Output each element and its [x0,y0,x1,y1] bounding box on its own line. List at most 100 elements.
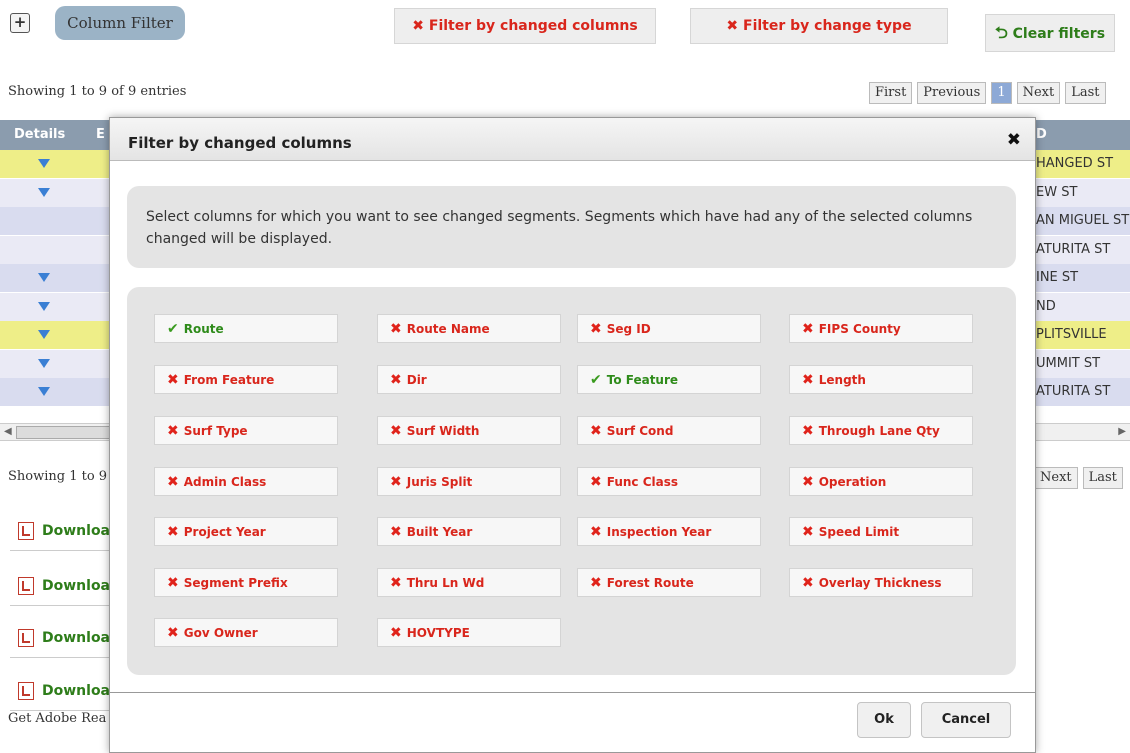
street-name-cell: ATURITA ST [1036,241,1111,257]
column-option-dir[interactable]: ✖ Dir [377,365,561,394]
column-option-fips-county[interactable]: ✖ FIPS County [789,314,973,343]
cancel-button[interactable]: Cancel [921,702,1011,738]
check-icon: ✔ [167,321,179,337]
filter-change-type-label: Filter by change type [743,18,912,34]
expand-arrow-icon[interactable] [38,358,50,368]
previous-page-button[interactable]: Previous [917,82,987,104]
filter-changed-columns-dialog: Filter by changed columns ✖ Select colum… [109,117,1036,753]
column-option-from-feature[interactable]: ✖ From Feature [154,365,338,394]
column-header-d[interactable]: D [1036,120,1047,150]
column-filter-button[interactable]: Column Filter [55,6,185,40]
column-option-surf-width[interactable]: ✖ Surf Width [377,416,561,445]
pdf-icon [18,522,34,540]
option-label: Dir [406,373,427,387]
x-icon: ✖ [802,372,814,388]
x-icon: ✖ [390,474,402,490]
column-option-project-year[interactable]: ✖ Project Year [154,517,338,546]
expand-arrow-icon[interactable] [38,159,50,168]
column-option-built-year[interactable]: ✖ Built Year [377,517,561,546]
x-icon: ✖ [390,372,402,388]
column-option-seg-id[interactable]: ✖ Seg ID [577,314,761,343]
column-option-surf-type[interactable]: ✖ Surf Type [154,416,338,445]
column-option-operation[interactable]: ✖ Operation [789,467,973,496]
expand-arrow-icon[interactable] [38,301,50,311]
street-name-cell: ATURITA ST [1036,384,1111,399]
x-icon: ✖ [167,524,179,540]
option-label: Seg ID [606,322,651,336]
column-option-segment-prefix[interactable]: ✖ Segment Prefix [154,568,338,597]
x-icon: ✖ [412,18,425,34]
close-icon[interactable]: ✖ [1007,130,1021,150]
column-header-e[interactable]: E [96,120,105,150]
scroll-thumb[interactable] [16,426,118,439]
option-label: Overlay Thickness [818,576,942,590]
page-1-button[interactable]: 1 [991,82,1012,104]
column-option-through-lane-qty[interactable]: ✖ Through Lane Qty [789,416,973,445]
x-icon: ✖ [802,524,814,540]
expand-arrow-icon[interactable] [38,187,50,197]
column-header-details[interactable]: Details [14,120,65,150]
column-option-surf-cond[interactable]: ✖ Surf Cond [577,416,761,445]
x-icon: ✖ [590,423,602,439]
check-icon: ✔ [590,372,602,388]
x-icon: ✖ [390,625,402,641]
x-icon: ✖ [802,321,814,337]
x-icon: ✖ [590,575,602,591]
column-option-overlay-thickness[interactable]: ✖ Overlay Thickness [789,568,973,597]
last-page-button[interactable]: Last [1065,82,1106,104]
column-option-forest-route[interactable]: ✖ Forest Route [577,568,761,597]
column-option-route[interactable]: ✔ Route [154,314,338,343]
x-icon: ✖ [590,474,602,490]
expand-arrow-icon[interactable] [38,330,50,339]
pdf-icon [18,629,34,647]
ok-button[interactable]: Ok [857,702,911,738]
column-option-hovtype[interactable]: ✖ HOVTYPE [377,618,561,647]
street-name-cell: HANGED ST [1036,156,1114,171]
next-page-button-bottom[interactable]: Next [1034,467,1078,489]
column-option-to-feature[interactable]: ✔ To Feature [577,365,761,394]
option-label: Route Name [406,322,490,336]
footer-divider [110,692,1035,693]
filter-change-type-button[interactable]: ✖ Filter by change type [690,8,948,44]
expand-all-button[interactable]: + [10,13,30,33]
get-adobe-reader-link[interactable]: Get Adobe Rea [8,711,106,726]
next-page-button[interactable]: Next [1016,82,1061,104]
entries-info-bottom: Showing 1 to 9 [8,469,108,484]
pagination-top: First Previous 1 Next Last [869,82,1106,104]
x-icon: ✖ [802,423,814,439]
street-name-cell: UMMIT ST [1036,355,1101,371]
expand-arrow-icon[interactable] [38,387,50,396]
street-name-cell: AN MIGUEL ST [1036,213,1130,228]
column-option-gov-owner[interactable]: ✖ Gov Owner [154,618,338,647]
toolbar: + Column Filter ✖ Filter by changed colu… [0,0,1130,60]
download-label: Downloa [42,683,111,699]
column-option-thru-ln-wd[interactable]: ✖ Thru Ln Wd [377,568,561,597]
column-option-admin-class[interactable]: ✖ Admin Class [154,467,338,496]
filter-changed-columns-label: Filter by changed columns [428,18,638,34]
filter-changed-columns-button[interactable]: ✖ Filter by changed columns [394,8,656,44]
column-option-inspection-year[interactable]: ✖ Inspection Year [577,517,761,546]
first-page-button[interactable]: First [869,82,913,104]
column-option-speed-limit[interactable]: ✖ Speed Limit [789,517,973,546]
last-page-button-bottom[interactable]: Last [1082,467,1123,489]
column-option-length[interactable]: ✖ Length [789,365,973,394]
option-label: Built Year [406,525,473,539]
scroll-left-icon[interactable]: ◀ [4,424,12,440]
option-label: Forest Route [606,576,694,590]
x-icon: ✖ [167,474,179,490]
column-option-juris-split[interactable]: ✖ Juris Split [377,467,561,496]
column-options-panel: ✔ Route ✖ Route Name ✖ Seg ID ✖ FIPS County ✖ Fro… [127,287,1016,675]
x-icon: ✖ [390,321,402,337]
x-icon: ✖ [390,423,402,439]
column-option-func-class[interactable]: ✖ Func Class [577,467,761,496]
pdf-icon [18,577,34,595]
street-name-cell: ND [1036,298,1056,314]
scroll-right-icon[interactable]: ▶ [1118,424,1126,440]
option-label: Operation [818,475,887,489]
clear-filters-button[interactable]: ⮌ Clear filters [985,14,1115,52]
column-option-route-name[interactable]: ✖ Route Name [377,314,561,343]
x-icon: ✖ [726,18,739,34]
option-label: Surf Width [406,424,480,438]
expand-arrow-icon[interactable] [38,273,50,282]
option-label: To Feature [606,373,679,387]
